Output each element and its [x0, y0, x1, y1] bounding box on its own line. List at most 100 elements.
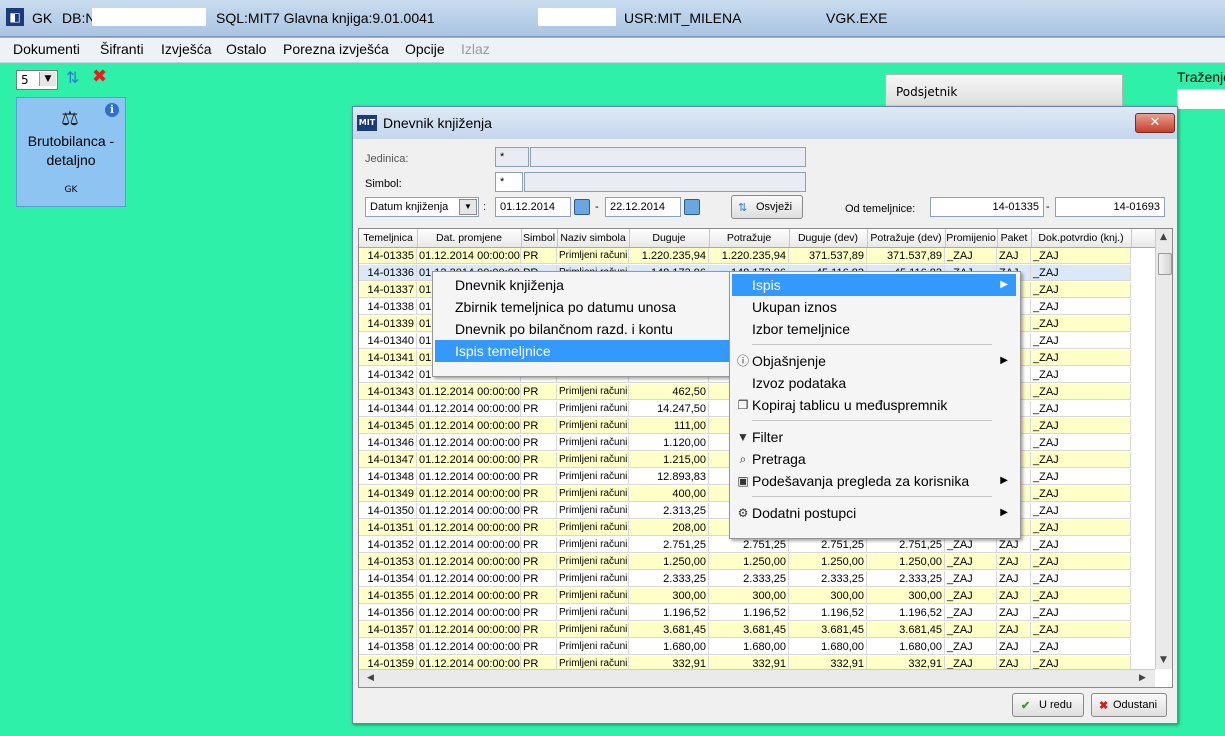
table-row[interactable]: 14-01358 01.12.2014 00:00:00 PR Primljeni r… [359, 639, 1154, 656]
context-menu-item[interactable]: ⌕ Pretraga [732, 448, 1016, 470]
context-menu-item[interactable]: ▼ Filter [732, 426, 1016, 448]
context-menu-item[interactable]: Izvoz podataka [732, 372, 1016, 394]
chevron-down-icon: ▼ [459, 199, 477, 215]
print-submenu-item[interactable]: Ispis temeljnice [435, 340, 729, 362]
table-cell: 1.196,52 [709, 605, 789, 621]
context-menu-item[interactable]: ❐ Kopiraj tablicu u međuspremnik [732, 394, 1016, 416]
refresh-icon[interactable]: ⇅ [66, 70, 82, 86]
context-menu-item[interactable]: Ispis ▶ [732, 274, 1016, 296]
column-header[interactable]: Dok.potvrdio (knj.) [1031, 229, 1132, 247]
close-icon[interactable]: ✖ [92, 68, 108, 86]
jedinica-name-field[interactable] [530, 147, 806, 167]
menu-opcije[interactable]: Opcije [405, 41, 445, 57]
column-header[interactable]: Simbol [521, 229, 558, 247]
table-cell: 2.751,25 [709, 537, 789, 553]
scroll-left-icon[interactable]: ◀ [367, 673, 374, 683]
od-temeljnice-from[interactable]: 14-01335 [930, 197, 1044, 217]
column-header[interactable]: Temeljnica [359, 229, 418, 247]
osvjezi-button[interactable]: ⇅ Osvježi [731, 195, 803, 219]
table-row[interactable]: 14-01335 01.12.2014 00:00:00 PR Primljeni r… [359, 248, 1154, 265]
odustani-button[interactable]: ✖ Odustani [1091, 693, 1167, 717]
jedinica-code-field[interactable]: * [495, 147, 529, 167]
table-cell: 14-01337 [359, 282, 417, 298]
context-menu-item[interactable]: ⓘ Objašnjenje ▶ [732, 350, 1016, 372]
simbol-code-field[interactable]: * [495, 172, 523, 192]
horizontal-scrollbar[interactable]: ◀ ▶ [359, 669, 1155, 687]
table-cell: 14-01350 [359, 503, 417, 519]
context-menu-item[interactable]: Izbor temeljnice [732, 318, 1016, 340]
date-mode-select[interactable]: Datum knjiženja ▼ [365, 197, 479, 217]
table-row[interactable]: 14-01353 01.12.2014 00:00:00 PR Primljeni r… [359, 554, 1154, 571]
table-cell: 01.12.2014 00:00:00 [417, 571, 521, 587]
scroll-right-icon[interactable]: ▶ [1139, 673, 1146, 683]
table-cell: 01.12.2014 00:00:00 [417, 622, 521, 638]
table-cell: _ZAJ [1031, 571, 1131, 587]
menu-ostalo[interactable]: Ostalo [226, 41, 266, 57]
trazenje-input[interactable] [1177, 89, 1225, 109]
scroll-thumb[interactable] [1158, 253, 1172, 275]
podsjetnik-panel[interactable]: Podsjetnik [885, 74, 1123, 108]
table-cell: 14.247,50 [629, 401, 709, 417]
brutobilanca-tile[interactable]: i ⚖ Brutobilanca - detaljno GK [16, 97, 126, 207]
menu-izlaz[interactable]: Izlaz [461, 41, 490, 57]
column-header[interactable]: Paket [997, 229, 1032, 247]
scroll-up-icon[interactable]: ▲ [1160, 232, 1167, 242]
column-header[interactable]: Duguje (dev) [789, 229, 868, 247]
menu-sifranti[interactable]: Šifranti [100, 41, 144, 57]
table-cell: 1.680,00 [629, 639, 709, 655]
date-to-field[interactable]: 22.12.2014 [605, 197, 681, 217]
table-row[interactable]: 14-01357 01.12.2014 00:00:00 PR Primljeni r… [359, 622, 1154, 639]
od-temeljnice-to[interactable]: 14-01693 [1055, 197, 1165, 217]
table-cell: 1.196,52 [789, 605, 867, 621]
u-redu-button[interactable]: ✔ U redu [1012, 693, 1084, 717]
table-row[interactable]: 14-01354 01.12.2014 00:00:00 PR Primljeni r… [359, 571, 1154, 588]
column-header[interactable]: Potražuje (dev) [867, 229, 946, 247]
vertical-scrollbar[interactable]: ▲ ▼ [1155, 229, 1172, 669]
info-icon[interactable]: i [105, 103, 119, 117]
print-submenu-item[interactable]: Dnevnik po bilančnom razd. i kontu [435, 318, 729, 340]
table-cell: ZAJ [997, 639, 1031, 655]
mit-logo-icon: MIT [357, 115, 377, 131]
column-header[interactable]: Duguje [629, 229, 710, 247]
table-cell: _ZAJ [1031, 265, 1131, 281]
column-header[interactable]: Potražuje [709, 229, 790, 247]
table-cell: _ZAJ [945, 639, 997, 655]
count-select[interactable]: 5 ▼ [16, 70, 58, 90]
column-header[interactable]: Dat. promjene [417, 229, 522, 247]
print-submenu-item[interactable]: Dnevnik knjiženja [435, 274, 729, 296]
table-cell: 14-01343 [359, 384, 417, 400]
context-menu-item[interactable]: Ukupan iznos [732, 296, 1016, 318]
menu-separator [752, 496, 992, 497]
od-temeljnice-label: Od temeljnice: [845, 203, 916, 215]
table-cell: 1.250,00 [709, 554, 789, 570]
check-icon: ✔ [1021, 700, 1031, 712]
table-row[interactable]: 14-01356 01.12.2014 00:00:00 PR Primljeni r… [359, 605, 1154, 622]
calendar-icon[interactable] [574, 199, 590, 215]
context-menu-item[interactable]: ▣ Podešavanja pregleda za korisnika ▶ [732, 470, 1016, 492]
print-submenu: Dnevnik knjiženja Zbirnik temeljnica po d… [432, 271, 734, 377]
table-cell: 2.751,25 [629, 537, 709, 553]
table-cell: 14-01358 [359, 639, 417, 655]
jedinica-label: Jedinica: [365, 153, 409, 165]
table-cell: PR [521, 469, 557, 485]
table-cell: Primljeni računi [557, 401, 629, 417]
menu-porezna-izvjesca[interactable]: Porezna izvješća [283, 41, 389, 57]
tile-subtitle: GK [64, 185, 78, 195]
context-menu-item[interactable]: ⚙ Dodatni postupci ▶ [732, 502, 1016, 524]
column-header[interactable]: Promijenio [945, 229, 998, 247]
calendar-icon[interactable] [684, 199, 700, 215]
dialog-close-button[interactable]: ✕ [1135, 113, 1175, 133]
search-icon: ⌕ [739, 452, 747, 466]
table-cell: PR [521, 605, 557, 621]
menu-izvjesca[interactable]: Izvješća [161, 41, 212, 57]
table-row[interactable]: 14-01352 01.12.2014 00:00:00 PR Primljeni r… [359, 537, 1154, 554]
column-header[interactable]: Naziv simbola [557, 229, 630, 247]
date-from-field[interactable]: 01.12.2014 [495, 197, 571, 217]
table-cell: Primljeni računi [557, 435, 629, 451]
scroll-down-icon[interactable]: ▼ [1160, 655, 1167, 665]
table-row[interactable]: 14-01355 01.12.2014 00:00:00 PR Primljeni r… [359, 588, 1154, 605]
menu-dokumenti[interactable]: Dokumenti [13, 41, 80, 57]
table-cell: _ZAJ [1031, 401, 1131, 417]
print-submenu-item[interactable]: Zbirnik temeljnica po datumu unosa [435, 296, 729, 318]
simbol-name-field[interactable] [524, 172, 806, 192]
